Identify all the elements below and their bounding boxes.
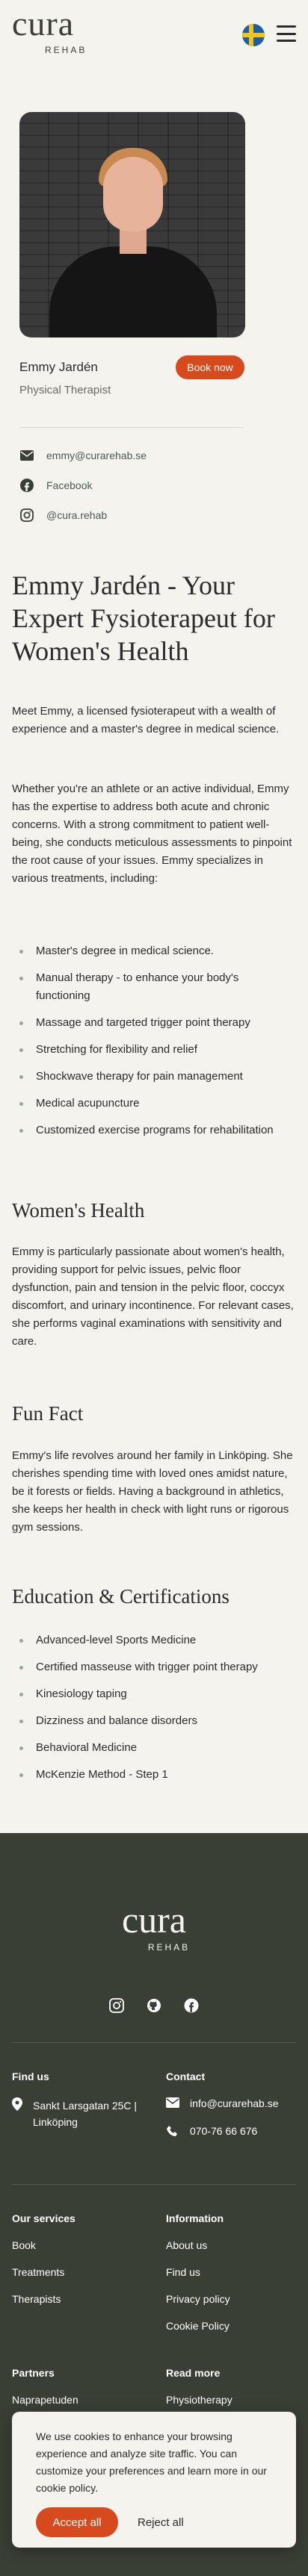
footer-phone-link[interactable]: 070-76 66 676 — [166, 2125, 301, 2141]
treatments-list: Master's degree in medical science. Manu… — [12, 942, 296, 1148]
accept-all-button[interactable]: Accept all — [36, 2507, 118, 2537]
fun-fact-paragraph: Emmy's life revolves around her family i… — [12, 1449, 293, 1534]
logo-subtitle: REHAB — [45, 45, 87, 55]
services-column: Our services Book Treatments Therapists — [12, 2212, 147, 2320]
facebook-link[interactable]: Facebook — [19, 478, 92, 493]
address-link[interactable]: Sankt Larsgatan 25C | Linköping — [12, 2097, 147, 2130]
cookie-text: We use cookies to enhance your browsing … — [36, 2430, 267, 2494]
location-pin-icon — [12, 2097, 22, 2113]
github-icon[interactable] — [146, 1997, 162, 2014]
email-icon — [166, 2097, 179, 2110]
footer-email-text: info@curarehab.se — [190, 2097, 279, 2109]
address-text: Sankt Larsgatan 25C | Linköping — [33, 2100, 138, 2128]
cura-rehab-logo[interactable]: cura REHAB — [12, 4, 87, 56]
education-list: Advanced-level Sports Medicine Certified… — [12, 1631, 296, 1793]
cookie-banner: We use cookies to enhance your browsing … — [12, 2412, 296, 2548]
expertise-paragraph: Whether you're an athlete or an active i… — [12, 783, 292, 885]
profile-divider — [19, 427, 244, 428]
reject-all-button[interactable]: Reject all — [138, 2516, 184, 2529]
footer-link-book[interactable]: Book — [12, 2239, 147, 2251]
list-item: Kinesiology taping — [12, 1685, 296, 1703]
list-item: Behavioral Medicine — [12, 1739, 296, 1757]
instagram-text: @cura.rehab — [46, 509, 108, 521]
facebook-icon — [19, 478, 34, 493]
footer-link-find-us[interactable]: Find us — [166, 2266, 301, 2278]
list-item: Advanced-level Sports Medicine — [12, 1631, 296, 1649]
partners-heading: Partners — [12, 2367, 55, 2379]
logo-word: cura — [12, 4, 75, 43]
footer-link-treatments[interactable]: Treatments — [12, 2266, 147, 2278]
contact-column: Contact info@curarehab.se 070-76 66 676 — [166, 2071, 301, 2156]
intro-paragraph: Meet Emmy, a licensed fysioterapeut with… — [12, 705, 280, 735]
fun-fact-heading: Fun Fact — [12, 1402, 84, 1425]
information-column: Information About us Find us Privacy pol… — [166, 2212, 301, 2347]
email-text: emmy@curarehab.se — [46, 449, 147, 461]
womens-health-heading: Women's Health — [12, 1199, 145, 1222]
site-header: cura REHAB — [0, 0, 308, 90]
footer-phone-text: 070-76 66 676 — [190, 2125, 258, 2137]
education-heading: Education & Certifications — [12, 1585, 230, 1608]
footer-logo-word: cura — [121, 1899, 187, 1941]
footer-link-therapists[interactable]: Therapists — [12, 2293, 147, 2305]
therapist-role: Physical Therapist — [19, 384, 111, 396]
list-item: Medical acupuncture — [12, 1095, 296, 1113]
list-item: Shockwave therapy for pain management — [12, 1068, 296, 1086]
therapist-photo — [19, 112, 245, 337]
email-icon — [19, 448, 34, 463]
find-us-heading: Find us — [12, 2071, 49, 2082]
footer-link-privacy[interactable]: Privacy policy — [166, 2293, 301, 2305]
swedish-flag-icon[interactable] — [242, 24, 265, 46]
footer-email-link[interactable]: info@curarehab.se — [166, 2097, 301, 2110]
services-heading: Our services — [12, 2212, 76, 2224]
footer-link-partner[interactable]: Naprapetuden — [12, 2394, 147, 2406]
list-item: Dizziness and balance disorders — [12, 1712, 296, 1730]
list-item: Massage and targeted trigger point thera… — [12, 1014, 296, 1032]
list-item: Stretching for flexibility and relief — [12, 1041, 296, 1059]
footer-divider — [12, 2184, 296, 2185]
hamburger-menu-icon[interactable] — [277, 25, 296, 42]
footer-link-about[interactable]: About us — [166, 2239, 301, 2251]
instagram-link[interactable]: @cura.rehab — [19, 508, 107, 523]
facebook-text: Facebook — [46, 479, 93, 491]
footer-socials — [0, 1997, 308, 2014]
footer-logo[interactable]: cura REHAB — [0, 1899, 308, 1953]
footer-link-cookie-policy[interactable]: Cookie Policy — [166, 2320, 301, 2332]
cookie-buttons: Accept all Reject all — [36, 2507, 272, 2537]
list-item: Customized exercise programs for rehabil… — [12, 1121, 296, 1139]
list-item: Master's degree in medical science. — [12, 942, 296, 960]
instagram-icon — [19, 508, 34, 523]
list-item: McKenzie Method - Step 1 — [12, 1766, 296, 1784]
footer-divider — [12, 2042, 296, 2043]
womens-health-paragraph: Emmy is particularly passionate about wo… — [12, 1245, 294, 1348]
phone-icon — [166, 2125, 179, 2141]
page-title: Emmy Jardén - Your Expert Fysioterapeut … — [12, 570, 275, 666]
footer-link-physiotherapy[interactable]: Physiotherapy — [166, 2394, 301, 2406]
information-heading: Information — [166, 2212, 224, 2224]
facebook-icon[interactable] — [183, 1997, 200, 2014]
instagram-icon[interactable] — [108, 1997, 125, 2014]
contact-heading: Contact — [166, 2071, 206, 2082]
read-more-heading: Read more — [166, 2367, 221, 2379]
list-item: Certified masseuse with trigger point th… — [12, 1658, 296, 1676]
email-link[interactable]: emmy@curarehab.se — [19, 448, 147, 463]
list-item: Manual therapy - to enhance your body's … — [12, 969, 296, 1005]
book-now-button[interactable]: Book now — [176, 355, 244, 379]
find-us-column: Find us Sankt Larsgatan 25C | Linköping — [12, 2071, 147, 2145]
therapist-name: Emmy Jardén — [19, 360, 98, 374]
footer-logo-subtitle: REHAB — [147, 1942, 191, 1953]
